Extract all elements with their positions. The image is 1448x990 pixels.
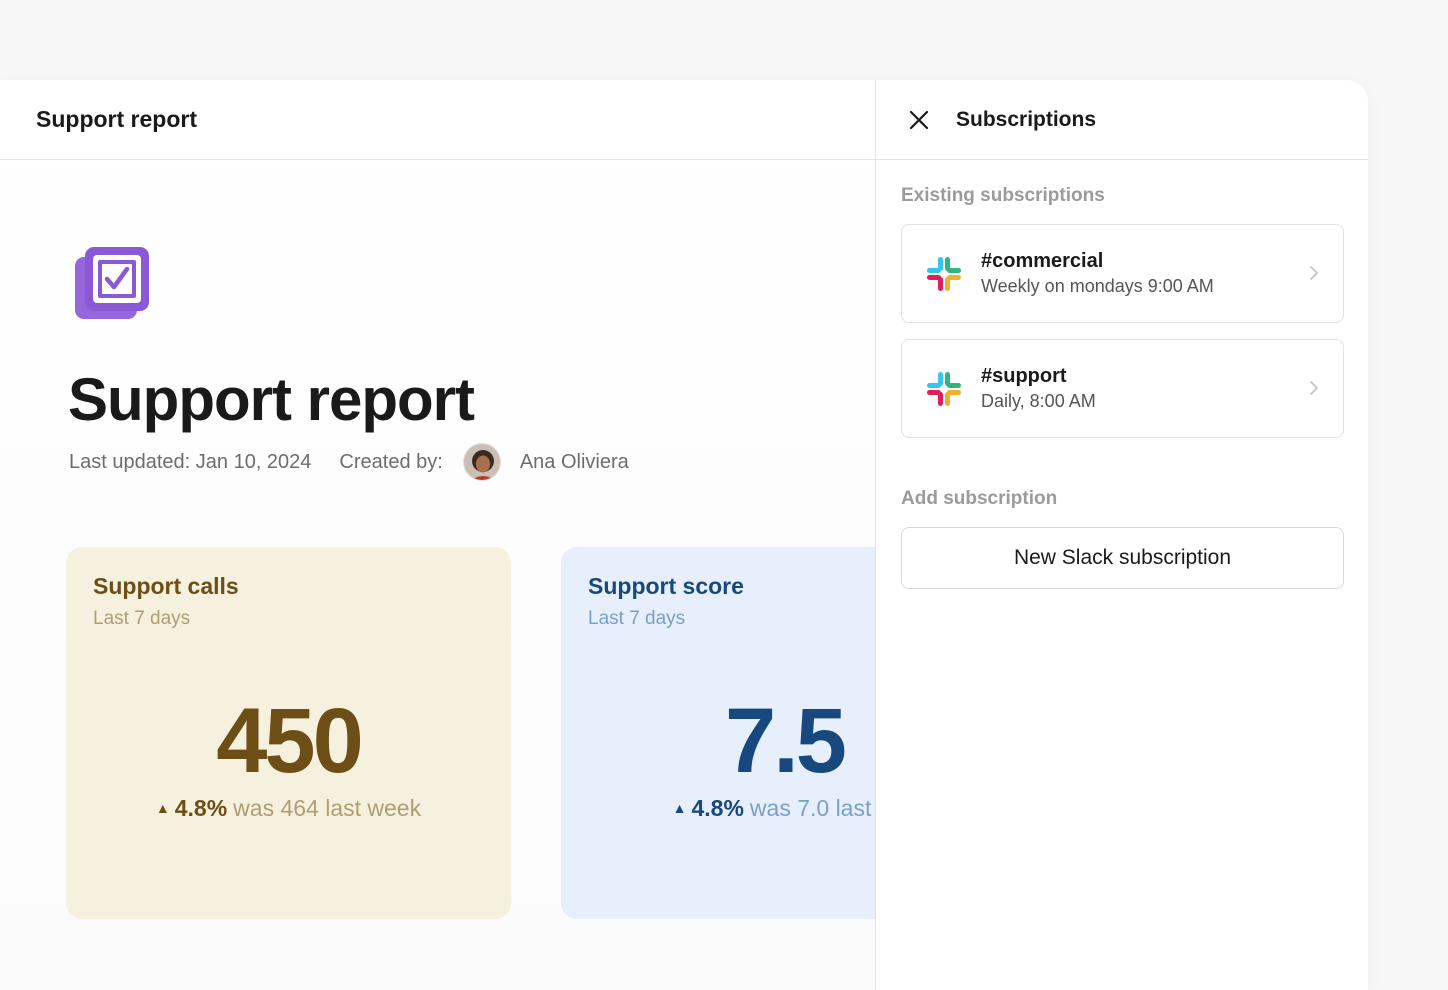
avatar[interactable]: [462, 443, 501, 481]
existing-subscriptions-label: Existing subscriptions: [901, 185, 1105, 206]
last-updated: Last updated: Jan 10, 2024: [69, 450, 312, 473]
card-subtitle: Last 7 days: [588, 608, 686, 629]
new-slack-subscription-button[interactable]: New Slack subscription: [901, 527, 1344, 589]
delta-comparison: was 464 last week: [233, 795, 422, 821]
delta-comparison: was 7.0 last w: [749, 795, 875, 821]
subscriptions-title: Subscriptions: [956, 107, 1097, 131]
slack-icon: [927, 256, 961, 291]
close-icon[interactable]: [908, 109, 930, 131]
card-value: 7.5: [725, 690, 847, 792]
card-title: Support calls: [93, 573, 239, 599]
subscription-schedule: Daily, 8:00 AM: [981, 391, 1096, 411]
subscription-schedule: Weekly on mondays 9:00 AM: [981, 276, 1214, 296]
report-window: Support report Support report Last updat…: [0, 80, 1368, 990]
subscription-text: #support Daily, 8:00 AM: [981, 365, 1096, 412]
card-delta: ▲ 4.8% was 464 last week: [66, 795, 511, 822]
chevron-right-icon: [1310, 266, 1318, 280]
report-meta: Last updated: Jan 10, 2024 Created by: A…: [69, 442, 629, 482]
subscription-item-support[interactable]: #support Daily, 8:00 AM: [901, 339, 1344, 438]
subscriptions-header: Subscriptions: [876, 80, 1368, 160]
card-title: Support score: [588, 573, 744, 599]
created-by-label: Created by:: [339, 450, 443, 473]
page-title: Support report: [68, 366, 475, 433]
subscription-text: #commercial Weekly on mondays 9:00 AM: [981, 250, 1214, 297]
delta-percent: 4.8%: [174, 795, 228, 821]
slack-icon: [927, 371, 961, 406]
subscription-channel: #support: [981, 365, 1067, 387]
header-title: Support report: [36, 106, 197, 132]
subscription-channel: #commercial: [981, 250, 1104, 272]
card-subtitle: Last 7 days: [93, 608, 191, 629]
checkbox-report-icon: [72, 244, 152, 324]
delta-percent: 4.8%: [691, 795, 744, 821]
triangle-up-icon: ▲: [155, 800, 170, 816]
author-name[interactable]: Ana Oliviera: [520, 451, 629, 474]
support-score-card: Support score Last 7 days 7.5 ▲ 4.8% was 7…: [561, 547, 875, 919]
subscriptions-panel: Subscriptions Existing subscriptions #co…: [875, 80, 1368, 990]
card-value: 450: [216, 690, 364, 792]
support-calls-card: Support calls Last 7 days 450 ▲ 4.8% was 4…: [66, 547, 511, 919]
report-panel: Support report Support report Last updat…: [0, 80, 875, 990]
triangle-up-icon: ▲: [672, 800, 687, 816]
card-delta: ▲4.8%was 7.0 last w: [561, 795, 875, 822]
add-subscription-label: Add subscription: [901, 488, 1058, 509]
subscription-item-commercial[interactable]: #commercial Weekly on mondays 9:00 AM: [901, 224, 1344, 323]
report-header: Support report: [0, 80, 875, 160]
chevron-right-icon: [1310, 381, 1318, 395]
